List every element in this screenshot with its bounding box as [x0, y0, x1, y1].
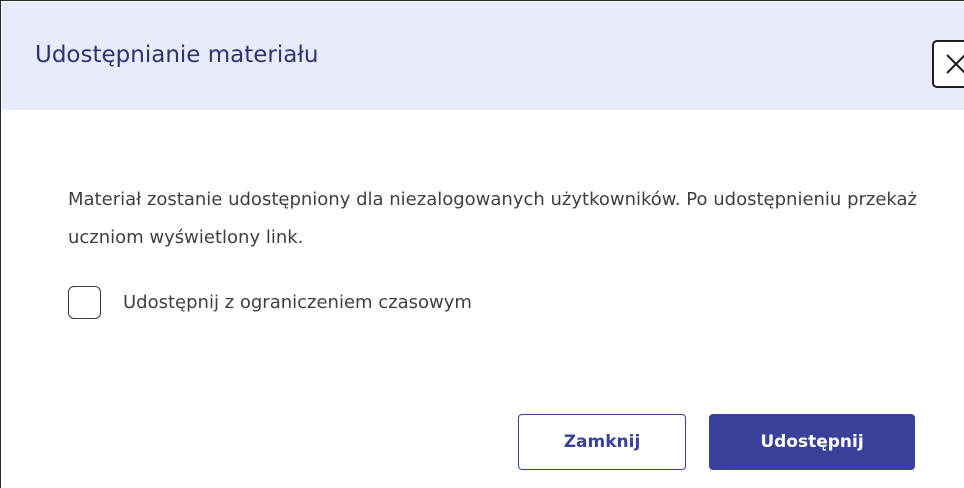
- share-material-dialog: Udostępnianie materiału Materiał zostani…: [0, 0, 964, 488]
- dialog-header: Udostępnianie materiału: [2, 2, 964, 110]
- close-dialog-button[interactable]: Zamknij: [518, 414, 686, 470]
- close-button[interactable]: [932, 40, 964, 88]
- close-icon: [946, 54, 964, 74]
- time-limit-checkbox-row[interactable]: Udostępnij z ograniczeniem czasowym: [68, 284, 472, 320]
- dialog-body: Materiał zostanie udostępniony dla nieza…: [68, 181, 918, 257]
- share-button[interactable]: Udostępnij: [709, 414, 915, 470]
- share-message: Materiał zostanie udostępniony dla nieza…: [68, 189, 917, 248]
- dialog-title: Udostępnianie materiału: [35, 42, 319, 68]
- time-limit-checkbox[interactable]: [68, 285, 101, 319]
- time-limit-checkbox-label: Udostępnij z ograniczeniem czasowym: [123, 291, 472, 313]
